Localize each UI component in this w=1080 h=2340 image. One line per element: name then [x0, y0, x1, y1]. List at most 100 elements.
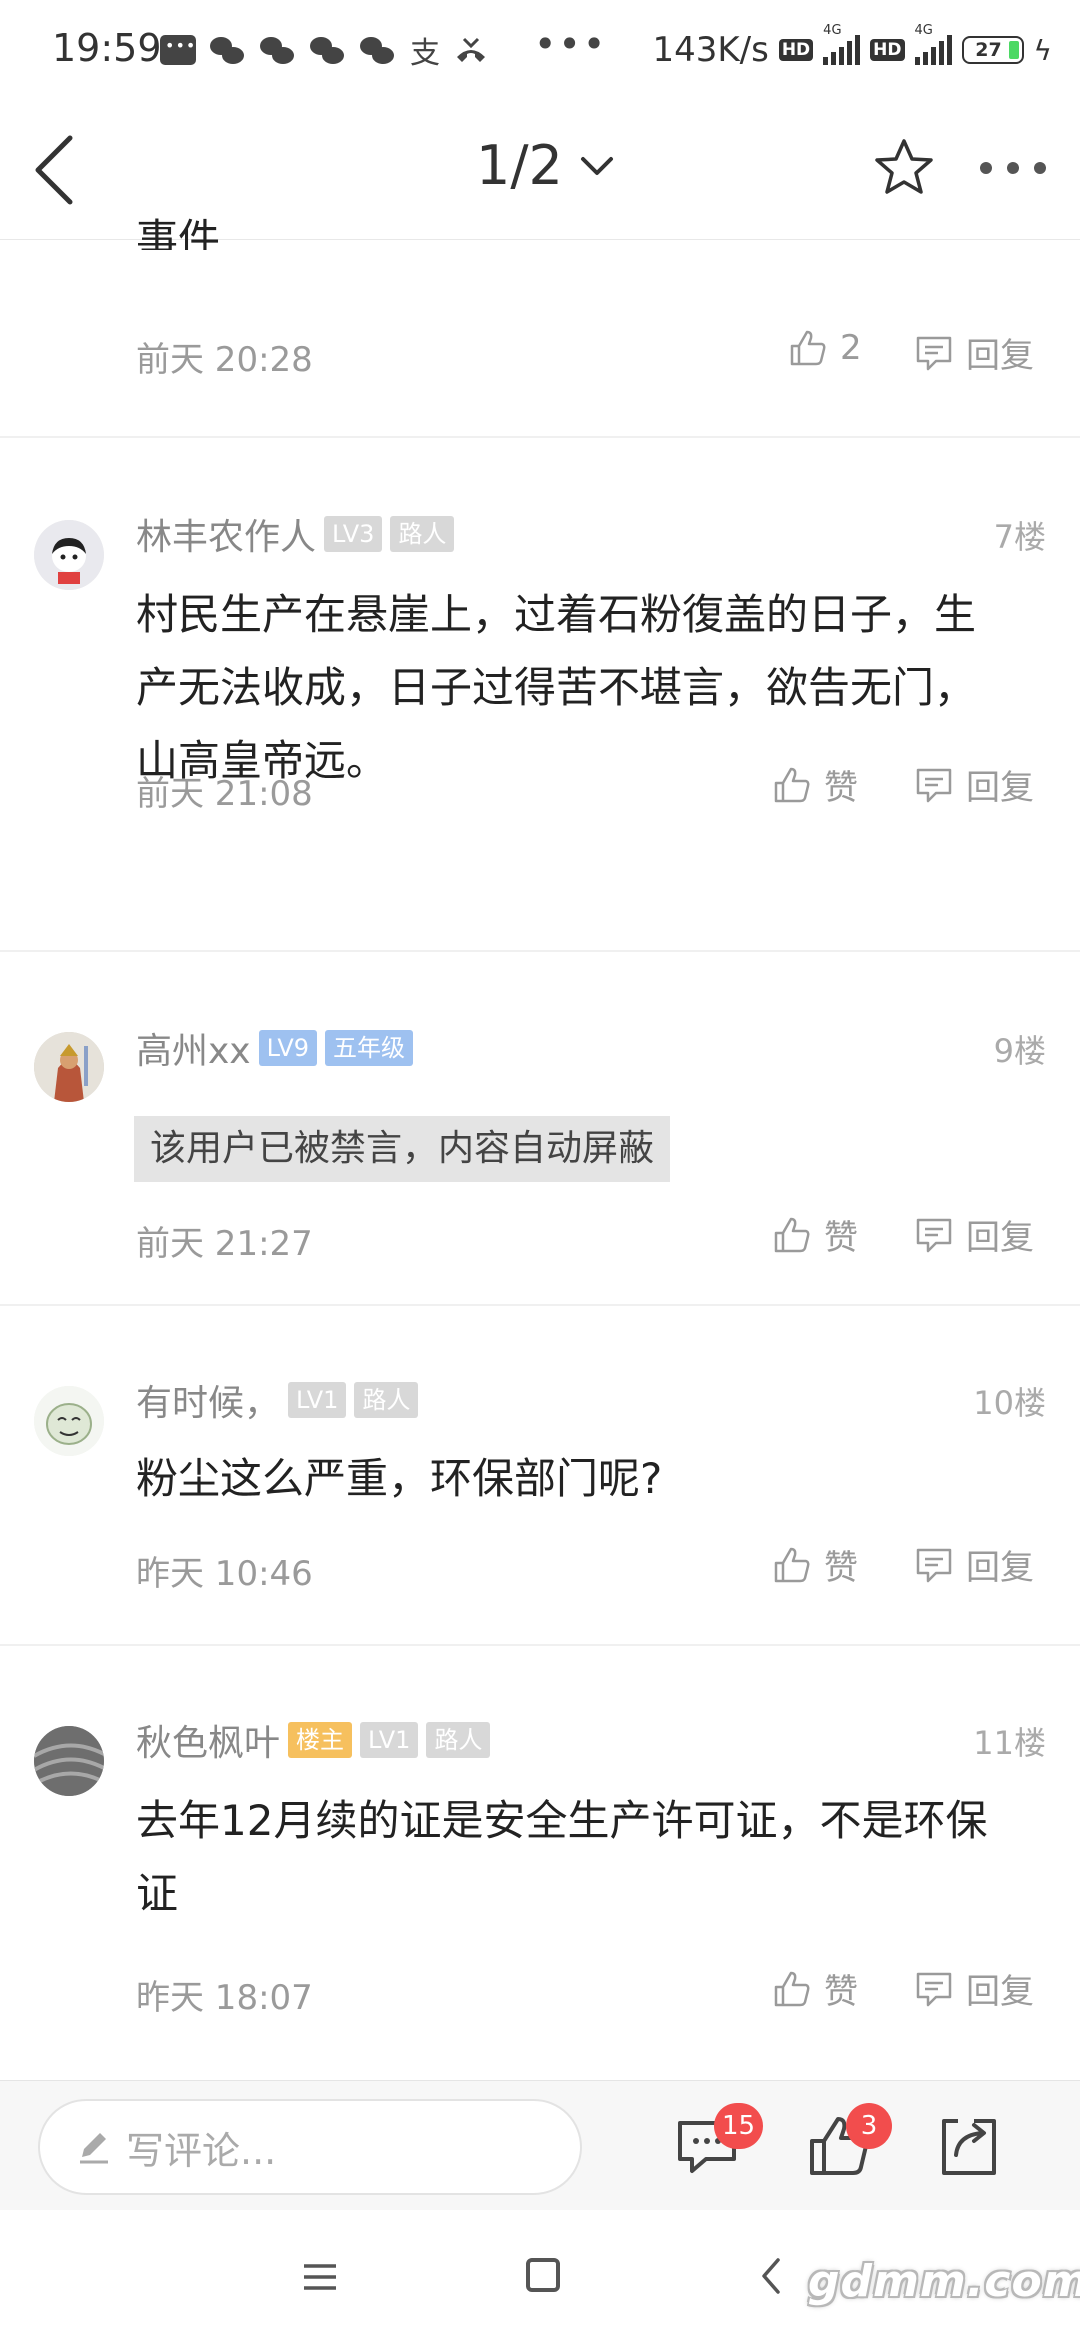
page-selector[interactable]: 1/2 — [476, 134, 617, 197]
user-avatar[interactable] — [34, 1032, 104, 1102]
reply-bubble-icon — [916, 1218, 952, 1252]
like-label: 赞 — [824, 1548, 858, 1588]
reply-button[interactable]: 回复 — [914, 328, 1034, 377]
comment-placeholder: 写评论... — [126, 2128, 277, 2173]
like-label: 赞 — [824, 1218, 858, 1258]
reply-label: 回复 — [966, 768, 1034, 808]
thumbs-up-icon — [774, 1547, 810, 1582]
like-count-badge: 3 — [846, 2103, 892, 2149]
user-avatar[interactable] — [34, 520, 104, 590]
comment-header: 高州xx LV9 五年级 — [136, 1022, 414, 1074]
avatar-photo-icon — [34, 1726, 104, 1796]
hd-icon: HD — [778, 39, 814, 61]
wechat-icon — [260, 35, 296, 65]
wechat-icon — [210, 35, 246, 65]
wechat-icon — [310, 35, 346, 65]
user-avatar[interactable] — [34, 1726, 104, 1796]
comment-header: 有时候， LV1 路人 — [136, 1374, 419, 1426]
avatar-meme-face-icon — [34, 1386, 104, 1456]
username[interactable]: 有时候， — [136, 1374, 280, 1426]
banned-notice: 该用户已被禁言，内容自动屏蔽 — [134, 1116, 671, 1182]
page-indicator: 1/2 — [476, 134, 563, 197]
comment-text: 去年12月续的证是安全生产许可证，不是环保证 — [136, 1796, 988, 1918]
chevron-down-icon — [580, 156, 613, 175]
system-navigation-bar: gdmm.com — [0, 2210, 1080, 2340]
username[interactable]: 高州xx — [136, 1022, 251, 1074]
comment-bar: 写评论... 15 3 — [0, 2080, 1080, 2210]
reply-label: 回复 — [966, 1972, 1034, 2012]
wechat-icon — [360, 35, 396, 65]
comment-item: 林丰农作人 LV3 路人 7楼 村民生产在悬崖上，过着石粉復盖的日子，生产无法收… — [0, 438, 1080, 878]
floor-number: 10楼 — [973, 1384, 1046, 1422]
like-button[interactable]: 2 — [788, 328, 862, 368]
more-options-icon[interactable] — [976, 156, 1050, 180]
signal-icon: 4G — [823, 23, 861, 65]
back-arrow-icon[interactable] — [30, 132, 80, 208]
comment-time: 前天 21:27 — [136, 1224, 313, 1264]
alipay-icon: 支 — [410, 36, 440, 71]
status-bar: 19:59 支 ••• 143K/s HD 4G HD 4G 27 ϟ — [0, 0, 1080, 100]
reply-button[interactable]: 回复 — [914, 1964, 1034, 2013]
favorite-star-icon[interactable] — [872, 136, 936, 200]
comment-text: 村民生产在悬崖上，过着石粉復盖的日子，生产无法收成，日子过得苦不堪言，欲告无门，… — [136, 590, 977, 785]
comment-text: 粉尘这么严重，环保部门呢? — [136, 1454, 663, 1503]
notification-icons: 支 — [160, 28, 488, 72]
comment-count-badge: 15 — [714, 2103, 764, 2149]
home-icon[interactable] — [526, 2258, 560, 2292]
rank-badge: 路人 — [426, 1722, 491, 1758]
sms-icon — [160, 35, 196, 65]
missed-call-icon — [457, 37, 485, 62]
op-badge: 楼主 — [288, 1722, 353, 1758]
level-badge: LV3 — [324, 516, 383, 552]
reply-label: 回复 — [966, 1218, 1034, 1258]
comment-partial: 事件 前天 20:28 2 回复 — [0, 215, 1080, 436]
status-time: 19:59 — [52, 26, 162, 70]
reply-button[interactable]: 回复 — [914, 760, 1034, 809]
user-avatar[interactable] — [34, 1386, 104, 1456]
like-button[interactable]: 赞 — [772, 1210, 858, 1259]
share-icon[interactable] — [934, 2111, 1004, 2181]
username[interactable]: 秋色枫叶 — [136, 1714, 280, 1766]
like-button[interactable]: 赞 — [772, 760, 858, 809]
hd-icon: HD — [870, 39, 905, 61]
battery-icon: 27 — [961, 36, 1024, 64]
like-button[interactable]: 赞 — [772, 1540, 858, 1589]
comment-item: 有时候， LV1 路人 10楼 粉尘这么严重，环保部门呢? 昨天 10:46 赞… — [0, 1306, 1080, 1642]
rank-badge: 五年级 — [325, 1030, 414, 1066]
rank-badge: 路人 — [354, 1382, 419, 1418]
comment-time: 前天 20:28 — [136, 340, 313, 380]
comment-header: 秋色枫叶 楼主 LV1 路人 — [136, 1714, 491, 1766]
floor-number: 11楼 — [973, 1724, 1046, 1762]
floor-number: 9楼 — [993, 1032, 1046, 1070]
level-badge: LV1 — [288, 1382, 347, 1418]
like-label: 赞 — [824, 768, 858, 808]
like-label: 赞 — [824, 1972, 858, 2012]
like-button[interactable]: 赞 — [772, 1964, 858, 2013]
comment-text-clipped: 事件 — [136, 215, 221, 250]
comment-item: 秋色枫叶 楼主 LV1 路人 11楼 去年12月续的证是安全生产许可证，不是环保… — [0, 1646, 1080, 2080]
recent-apps-icon[interactable] — [302, 2262, 338, 2292]
avatar-warrior-icon — [34, 1032, 104, 1102]
like-count: 2 — [840, 328, 862, 368]
thumbs-up-icon — [774, 1217, 810, 1252]
reply-button[interactable]: 回复 — [914, 1540, 1034, 1589]
level-badge: LV1 — [360, 1722, 419, 1758]
reply-bubble-icon — [916, 336, 952, 370]
signal-icon: 4G — [914, 23, 952, 65]
reply-button[interactable]: 回复 — [914, 1210, 1034, 1259]
charging-icon: ϟ — [1033, 33, 1052, 67]
more-notifications: ••• — [534, 22, 608, 66]
write-comment-input[interactable]: 写评论... — [38, 2099, 582, 2195]
avatar-cartoon-icon — [34, 520, 104, 590]
comment-time: 昨天 10:46 — [136, 1554, 313, 1594]
comment-item: 高州xx LV9 五年级 9楼 该用户已被禁言，内容自动屏蔽 前天 21:27 … — [0, 952, 1080, 1308]
watermark: gdmm.com — [808, 2256, 1080, 2307]
username[interactable]: 林丰农作人 — [136, 508, 316, 560]
reply-bubble-icon — [916, 1548, 952, 1582]
rank-badge: 路人 — [390, 516, 455, 552]
comment-time: 前天 21:08 — [136, 774, 313, 814]
network-speed: 143K/s — [652, 30, 769, 70]
thumbs-up-icon — [774, 767, 810, 802]
floor-number: 7楼 — [993, 518, 1046, 556]
system-back-icon[interactable] — [760, 2256, 782, 2296]
